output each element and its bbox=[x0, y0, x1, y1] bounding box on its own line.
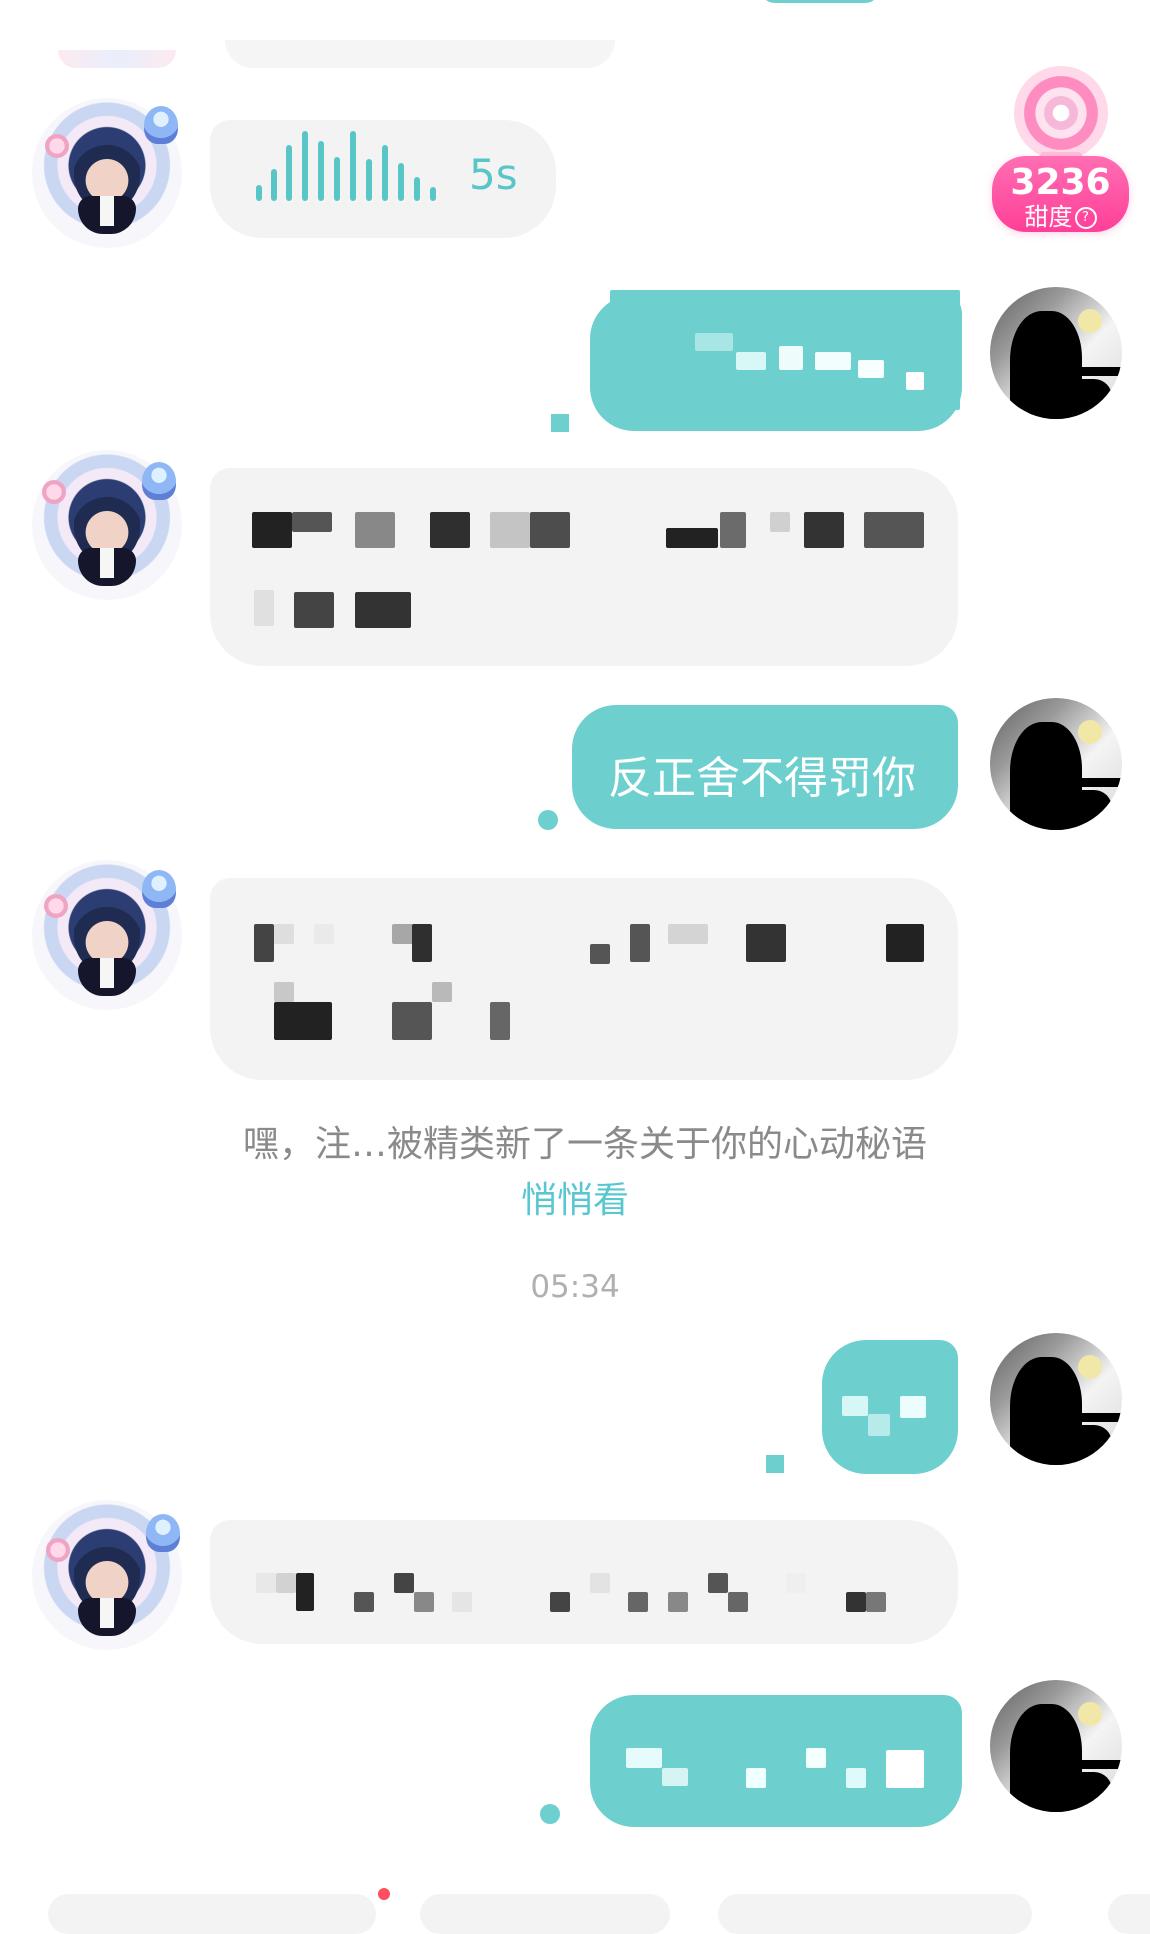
pixel-block bbox=[292, 512, 332, 532]
pixel-block bbox=[628, 1592, 648, 1612]
pixel-block bbox=[720, 512, 746, 548]
pixel-block bbox=[666, 528, 718, 548]
pixel-block bbox=[254, 924, 274, 962]
pixel-block bbox=[274, 982, 294, 1002]
question-circle-icon[interactable]: ? bbox=[1074, 207, 1097, 229]
sweetness-badge[interactable]: 3236 甜度? bbox=[992, 66, 1129, 232]
pixel-block bbox=[274, 924, 294, 944]
top-bot-bubble-fragment bbox=[225, 40, 615, 68]
message-tail bbox=[766, 1455, 784, 1473]
pixel-block bbox=[746, 924, 786, 962]
pixel-block bbox=[296, 1573, 314, 1611]
secret-message-notice: 嘿，注…被精类新了一条关于你的心动秘语 bbox=[243, 1124, 928, 1165]
pixel-block bbox=[815, 352, 851, 370]
bottom-panel-card-1[interactable] bbox=[48, 1894, 376, 1934]
user-avatar[interactable] bbox=[990, 1333, 1122, 1465]
peek-link[interactable]: 悄悄看 bbox=[0, 1171, 1150, 1223]
top-avatar-fragment bbox=[58, 50, 176, 68]
pixel-block bbox=[668, 924, 708, 944]
assistant-message-pixelated-2[interactable] bbox=[210, 878, 958, 1080]
lollipop-icon bbox=[1014, 66, 1108, 160]
pixel-block bbox=[414, 1592, 434, 1612]
pixel-block bbox=[864, 512, 924, 548]
pixel-block bbox=[746, 1768, 766, 1788]
pixel-block bbox=[866, 1592, 886, 1612]
user-avatar[interactable] bbox=[990, 287, 1122, 419]
pixel-block bbox=[590, 944, 610, 964]
pixel-block bbox=[490, 1002, 510, 1040]
pixel-block bbox=[294, 592, 334, 628]
voice-duration: 5s bbox=[469, 150, 518, 199]
pixel-block bbox=[626, 1748, 662, 1768]
pixel-block bbox=[886, 924, 924, 962]
pixel-block bbox=[842, 1396, 868, 1416]
pixel-block bbox=[276, 1573, 296, 1593]
pixel-block bbox=[868, 1414, 890, 1436]
assistant-message-pixelated-1[interactable] bbox=[210, 468, 958, 666]
pixel-block bbox=[662, 1768, 688, 1786]
assistant-avatar[interactable] bbox=[32, 1500, 182, 1650]
pixel-block bbox=[392, 1002, 432, 1040]
bottom-panel-card-4[interactable] bbox=[1108, 1894, 1150, 1934]
pixel-block bbox=[728, 1592, 748, 1612]
pixel-block bbox=[354, 1592, 374, 1612]
top-bubble-fragment bbox=[760, 0, 880, 3]
pixel-block bbox=[274, 1002, 332, 1040]
message-tail bbox=[540, 1804, 560, 1824]
pixel-block bbox=[254, 590, 274, 626]
assistant-avatar[interactable] bbox=[32, 450, 182, 600]
user-avatar[interactable] bbox=[990, 1680, 1122, 1812]
message-tail bbox=[551, 414, 569, 432]
bottom-panel-card-2[interactable] bbox=[420, 1894, 670, 1934]
pixel-block bbox=[770, 512, 790, 532]
pixel-block bbox=[900, 1396, 926, 1418]
pixel-block bbox=[252, 512, 292, 548]
sweetness-label-text: 甜度 bbox=[1024, 203, 1073, 231]
pixel-block bbox=[412, 924, 432, 962]
pixel-block bbox=[630, 924, 650, 962]
pixel-block bbox=[786, 1573, 806, 1593]
pixel-block bbox=[256, 1573, 276, 1593]
user-avatar[interactable] bbox=[990, 698, 1122, 830]
sweetness-label: 甜度? bbox=[992, 197, 1129, 232]
pixel-block bbox=[886, 1750, 924, 1788]
pixel-block bbox=[846, 1768, 866, 1788]
pixel-block bbox=[804, 512, 844, 548]
pixel-block bbox=[452, 1592, 472, 1612]
pixel-block bbox=[490, 512, 530, 548]
pixel-block bbox=[530, 512, 570, 548]
pixel-block bbox=[432, 982, 452, 1002]
pixel-block bbox=[779, 346, 803, 370]
pixel-block bbox=[355, 592, 411, 628]
pixel-block bbox=[590, 1573, 610, 1593]
notification-dot bbox=[378, 1888, 390, 1900]
pixel-block bbox=[550, 1592, 570, 1612]
pixel-block bbox=[355, 512, 395, 548]
pixel-block bbox=[394, 1573, 414, 1593]
pixel-block bbox=[906, 372, 924, 390]
pixel-block bbox=[736, 352, 766, 370]
pixel-block bbox=[668, 1592, 688, 1612]
assistant-message-pixelated-3[interactable] bbox=[210, 1520, 958, 1644]
assistant-avatar[interactable] bbox=[32, 860, 182, 1010]
pixel-block bbox=[708, 1573, 728, 1593]
pixel-block bbox=[430, 512, 470, 548]
bottom-panel-card-3[interactable] bbox=[718, 1894, 1032, 1934]
voice-waveform-icon bbox=[256, 131, 436, 221]
pixel-block bbox=[806, 1748, 826, 1768]
pixel-block bbox=[846, 1592, 866, 1612]
message-tail bbox=[538, 810, 558, 830]
message-timestamp: 05:34 bbox=[530, 1269, 620, 1305]
pixel-block bbox=[858, 360, 884, 378]
pixel-block bbox=[695, 333, 733, 351]
pixel-block bbox=[314, 924, 334, 944]
user-message-text: 反正舍不得罚你 bbox=[608, 753, 916, 804]
assistant-avatar[interactable] bbox=[32, 98, 182, 248]
